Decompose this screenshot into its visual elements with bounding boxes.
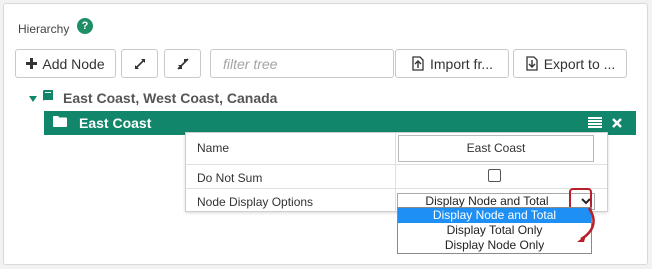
plus-icon (26, 58, 38, 69)
name-row: Name East Coast (186, 133, 607, 165)
export-label: Export to ... (543, 55, 616, 72)
export-button[interactable]: Export to ... (513, 49, 627, 78)
name-label: Name (197, 141, 230, 155)
help-icon[interactable]: ? (77, 18, 93, 34)
display-options-dropdown-list[interactable]: Display Node and Total Display Total Onl… (397, 207, 592, 254)
do-not-sum-row: Do Not Sum (186, 165, 607, 189)
divider (395, 133, 396, 164)
add-node-button[interactable]: Add Node (15, 49, 116, 78)
tree-root-label: East Coast, West Coast, Canada (63, 90, 278, 106)
name-field[interactable]: East Coast (398, 135, 594, 162)
add-node-label: Add Node (42, 55, 105, 72)
divider (395, 189, 396, 213)
dropdown-option[interactable]: Display Node Only (398, 238, 591, 253)
book-icon (43, 89, 53, 107)
upload-icon (411, 56, 425, 71)
display-options-label: Node Display Options (197, 195, 314, 209)
folder-icon (53, 114, 67, 132)
do-not-sum-checkbox[interactable] (488, 169, 501, 182)
filter-tree-input[interactable] (210, 49, 394, 78)
divider (395, 165, 396, 188)
expand-icon (134, 58, 146, 70)
import-label: Import fr... (429, 55, 493, 72)
dropdown-option[interactable]: Display Node and Total (398, 208, 591, 223)
do-not-sum-label: Do Not Sum (197, 171, 263, 185)
section-title: Hierarchy (18, 22, 70, 36)
hierarchy-panel: Hierarchy ? Add Node filter tree Import … (3, 3, 648, 265)
dropdown-option[interactable]: Display Total Only (398, 223, 591, 238)
tree-root[interactable]: East Coast, West Coast, Canada (29, 90, 277, 106)
collapse-all-button[interactable] (164, 49, 201, 78)
annotation-arrow-icon (577, 207, 595, 242)
select-value: Display Node and Total (425, 194, 549, 208)
collapse-icon (176, 57, 189, 70)
node-properties-panel: Name East Coast Do Not Sum Node Display … (185, 132, 608, 213)
selected-node-label: East Coast (79, 115, 152, 131)
expand-all-button[interactable] (121, 49, 158, 78)
caret-down-icon[interactable] (29, 89, 37, 107)
download-icon (525, 56, 539, 71)
close-icon[interactable] (612, 115, 622, 133)
import-button[interactable]: Import fr... (395, 49, 509, 78)
list-icon[interactable] (588, 115, 602, 133)
